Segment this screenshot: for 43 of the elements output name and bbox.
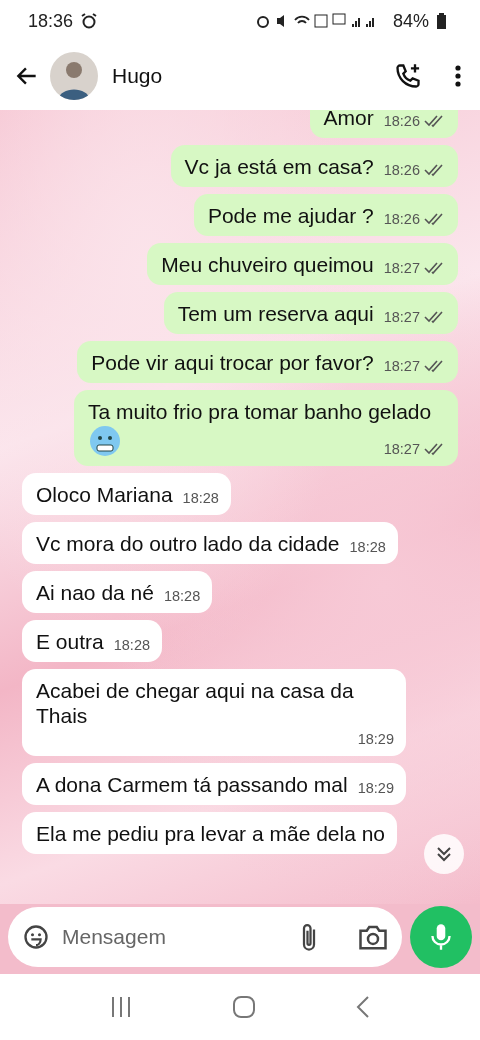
message-text: Amor xyxy=(323,110,374,130)
back-chevron-icon xyxy=(354,995,371,1019)
sticker-icon[interactable] xyxy=(22,923,50,951)
message-time: 18:28 xyxy=(349,538,386,556)
contact-name[interactable]: Hugo xyxy=(112,64,384,88)
contact-avatar[interactable] xyxy=(50,52,98,100)
alarm-icon xyxy=(81,13,98,29)
double-chevron-icon xyxy=(434,844,454,864)
message-text: Pode me ajudar ? xyxy=(207,203,374,228)
message-text: Tem um reserva aqui xyxy=(177,301,374,326)
battery-percentage: 84% xyxy=(392,10,429,32)
message-text: Pode vir aqui trocar por favor? xyxy=(91,350,374,375)
message-time: 18:26 xyxy=(383,161,420,179)
message-time: 18:26 xyxy=(383,112,420,130)
message-time: 18:28 xyxy=(182,489,219,507)
message-field[interactable]: Mensagem xyxy=(8,907,402,967)
camera-icon[interactable] xyxy=(358,923,388,951)
message-text: Vc ja está em casa? xyxy=(184,154,374,179)
message-time: 18:29 xyxy=(357,730,394,748)
message-text: A dona Carmem tá passando mal xyxy=(36,772,348,797)
message-time: 18:27 xyxy=(383,440,420,458)
message-text: Acabei de chegar aqui na casa da Thais xyxy=(36,678,355,728)
home-icon xyxy=(232,995,256,1019)
message-time: 18:27 xyxy=(383,357,420,375)
message-time: 18:28 xyxy=(163,587,201,605)
message-text: Ai nao da né xyxy=(36,580,154,605)
phone-plus-icon xyxy=(394,62,422,90)
message-time: 18:28 xyxy=(113,636,150,654)
message-text: Ta muito frio pra tomar banho gelado xyxy=(88,399,432,424)
message-time: 18:27 xyxy=(383,308,420,326)
menu-dots-icon xyxy=(454,64,462,88)
message-text: Vc mora do outro lado da cidade xyxy=(36,531,340,556)
message-time: 18:27 xyxy=(383,259,420,277)
status-time: 18:36 xyxy=(28,10,74,32)
message-text: E outra xyxy=(36,629,104,654)
battery-icon xyxy=(437,13,446,29)
message-text: Ela me pediu pra levar a mãe dela no xyxy=(36,821,386,846)
message-time: 18:29 xyxy=(357,779,394,797)
scroll-down-button[interactable] xyxy=(424,834,464,874)
microphone-icon xyxy=(428,922,454,952)
message-time: 18:26 xyxy=(383,210,420,228)
message-text: Oloco Mariana xyxy=(36,482,173,507)
message-text: Meu chuveiro queimou xyxy=(161,252,374,277)
